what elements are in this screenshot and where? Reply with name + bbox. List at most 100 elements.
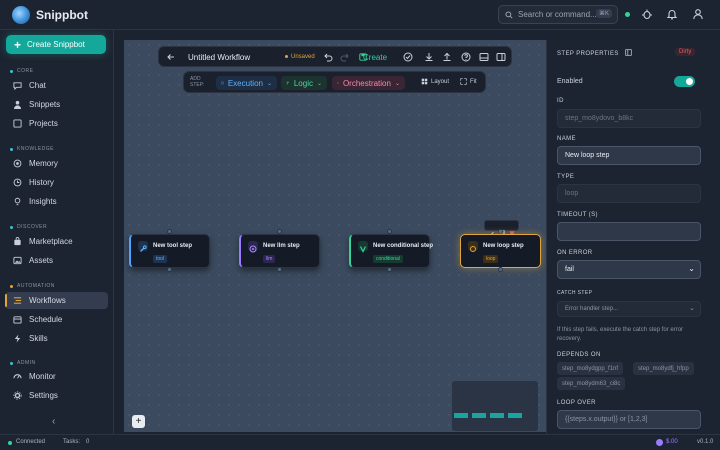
dependency-chip[interactable]: step_mo8ydfj_hfpp [633,362,694,375]
redo-icon[interactable] [340,52,350,62]
dirty-badge: Dirty [675,48,696,56]
node-title: New llm step [263,243,300,249]
catch-step-select[interactable]: Error handler step... ⌄ [557,301,701,317]
sidebar-item-snippets[interactable]: Snippets [5,96,108,113]
node-type-tag: conditional [373,255,403,263]
create-workflow-button[interactable]: Create [363,53,387,62]
chat-icon [13,82,22,90]
clock-icon [13,178,22,187]
workflow-title[interactable]: Untitled Workflow [188,53,250,62]
dependency-chip[interactable]: step_mo8ydm63_ci8c [557,377,626,390]
type-label: TYPE [557,174,575,180]
section-core: CORE [10,68,33,74]
node-type-tag: llm [263,255,276,263]
node-output-port[interactable] [277,267,282,272]
grid-icon [421,78,428,85]
undo-icon[interactable] [323,52,333,62]
sidebar-item-history[interactable]: History [5,174,108,191]
tasks-count: 0 [86,439,90,445]
create-snippbot-button[interactable]: + Create Snippbot [6,35,106,54]
version-label: v0.1.0 [697,439,714,445]
gear-icon [13,391,22,400]
tasks-label: Tasks: [63,439,81,445]
execution-dropdown[interactable]: Execution ⌄ [216,76,277,90]
trash-icon[interactable] [509,223,515,236]
sidebar-item-skills[interactable]: Skills [5,330,108,347]
logic-dropdown[interactable]: Logic ⌄ [281,76,327,90]
loop-over-input[interactable]: {{steps.x.output}} or [1,2,3] [557,410,701,429]
gauge-icon [13,374,22,379]
branch-icon [286,81,289,85]
cost-icon [656,439,663,446]
search-placeholder: Search or command... [518,10,597,19]
panel-icon[interactable] [625,49,632,56]
panel-right-icon[interactable] [496,52,506,62]
back-arrow-icon[interactable] [166,52,176,62]
app-name: Snippbot [36,8,88,22]
terminal-icon [221,81,224,85]
fit-button[interactable]: Fit [460,78,477,85]
cost-value: $.00 [666,439,678,445]
download-icon[interactable] [424,52,434,62]
top-bar: Snippbot Search or command... ⌘K [0,0,720,30]
workflow-node-llm[interactable]: New llm step llm [239,234,320,268]
on-error-select[interactable]: fail ⌄ [557,260,701,279]
timeout-field[interactable] [557,222,701,241]
sidebar-item-insights[interactable]: Insights [5,193,108,210]
minimap-node [508,413,522,418]
circle-icon [13,159,22,168]
node-title: New tool step [153,243,193,249]
sidebar-item-memory[interactable]: Memory [5,155,108,172]
search-shortcut: ⌘K [595,9,612,18]
workflow-node-conditional[interactable]: New conditional step conditional [349,234,433,268]
id-field: step_mo8ydovo_b8kc [557,109,701,128]
square-icon [13,119,22,128]
panel-bottom-icon[interactable] [479,52,489,62]
enabled-toggle[interactable] [674,76,695,87]
user-icon[interactable] [692,8,704,20]
node-output-port[interactable] [167,267,172,272]
connection-indicator [625,12,630,17]
loop-icon [468,241,478,252]
name-label: NAME [557,136,576,142]
node-type-tag: loop [483,255,499,263]
workflow-node-loop[interactable]: New loop step loop [460,234,541,268]
upload-icon[interactable] [442,52,452,62]
dependency-chip[interactable]: step_mo8ydgpp_f1nf [557,362,624,375]
zoom-in-button[interactable]: + [132,415,145,428]
create-snippbot-label: Create Snippbot [27,40,85,49]
search-icon [505,10,513,19]
edit-icon[interactable] [489,223,495,236]
sidebar-item-assets[interactable]: Assets [5,252,108,269]
section-knowledge: KNOWLEDGE [10,146,54,152]
arrows-icon [337,82,339,84]
orchestration-dropdown[interactable]: Orchestration ⌄ [332,76,405,90]
check-circle-icon[interactable] [403,52,413,62]
lightbulb-icon [14,197,21,206]
sidebar-item-monitor[interactable]: Monitor [5,368,108,385]
help-icon[interactable] [461,52,471,62]
sidebar-item-settings[interactable]: Settings [5,387,108,404]
node-output-port[interactable] [498,267,503,272]
sidebar-item-schedule[interactable]: Schedule [5,311,108,328]
minimap[interactable] [452,381,538,431]
workflow-node-tool[interactable]: New tool step tool [129,234,210,268]
sidebar-item-workflows[interactable]: Workflows [5,292,108,309]
layout-button[interactable]: Layout [421,78,449,85]
bug-icon[interactable] [641,8,653,20]
wrench-icon [138,241,148,252]
loop-over-label: LOOP OVER [557,400,596,406]
name-field[interactable]: New loop step [557,146,701,165]
sidebar-item-marketplace[interactable]: Marketplace [5,233,108,250]
sidebar-item-projects[interactable]: Projects [5,115,108,132]
minimap-node [490,413,504,418]
collapse-sidebar-button[interactable]: ‹ [52,416,55,427]
unsaved-badge: Unsaved [285,54,315,60]
bell-icon[interactable] [666,8,678,20]
sidebar-item-chat[interactable]: Chat [5,77,108,94]
type-field: loop [557,184,701,203]
node-output-port[interactable] [387,267,392,272]
depends-on-label: DEPENDS ON [557,352,601,358]
step-properties-panel: STEP PROPERTIES Dirty Enabled ID step_mo… [546,40,720,434]
search-input[interactable]: Search or command... ⌘K [498,5,618,24]
